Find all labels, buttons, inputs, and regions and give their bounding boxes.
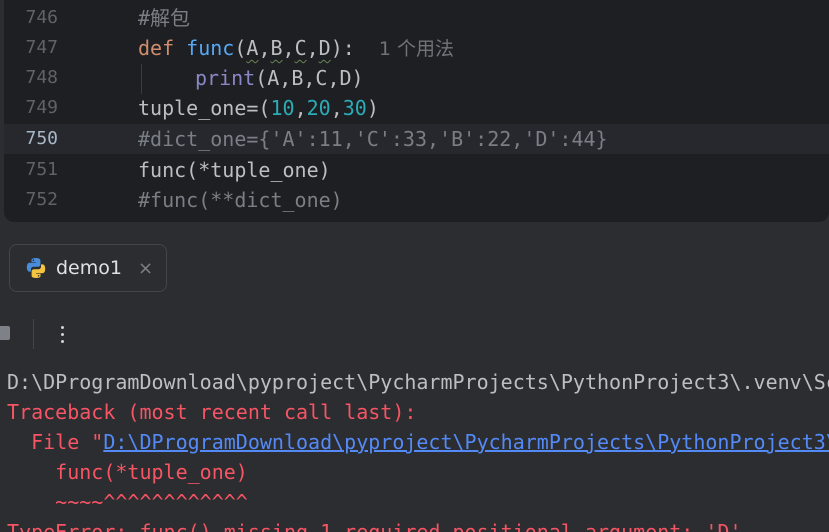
- python-icon: [26, 258, 46, 278]
- traceback-header: Traceback (most recent call last):: [7, 400, 417, 424]
- function-definition: def func(A,B,C,D): 1 个用法: [138, 33, 454, 63]
- number-literal: 10: [270, 96, 295, 120]
- number-literal: 20: [306, 96, 331, 120]
- run-tab-label: demo1: [56, 257, 122, 279]
- error-message: TypeError: func() missing 1 required pos…: [7, 520, 742, 532]
- comma: ,: [330, 96, 343, 120]
- code-line[interactable]: 748 print(A,B,C,D): [4, 63, 829, 93]
- current-code-line[interactable]: 750 #dict_one={'A':11,'C':33,'B':22,'D':…: [4, 124, 829, 154]
- comma: ,: [258, 36, 271, 60]
- print-args: (A,B,C,D): [255, 66, 364, 90]
- line-number: 748: [25, 67, 58, 88]
- comma: ,: [294, 96, 307, 120]
- param-c: C: [294, 36, 307, 60]
- assign-op: =(: [246, 96, 271, 120]
- console-toolbar: [0, 305, 829, 359]
- tuple-assignment: tuple_one=(10,20,30): [138, 93, 379, 123]
- print-call: print(A,B,C,D): [195, 63, 364, 93]
- stop-icon[interactable]: [0, 326, 10, 340]
- toolbar-divider: [33, 319, 34, 349]
- file-path-link[interactable]: D:\DProgramDownload\pyproject\PycharmPro…: [103, 430, 829, 454]
- paren-close: ):: [330, 36, 355, 60]
- param-d: D: [318, 36, 331, 60]
- paren-close: ): [366, 96, 379, 120]
- traceback-file-line: File "D:\DProgramDownload\pyproject\Pych…: [7, 427, 829, 457]
- line-number: 747: [25, 37, 58, 58]
- paren-open: (: [234, 36, 247, 60]
- code-line[interactable]: 746 #解包: [4, 3, 829, 33]
- code-line[interactable]: 749 tuple_one=(10,20,30): [4, 93, 829, 123]
- comma: ,: [282, 36, 295, 60]
- variable-name: tuple_one: [138, 96, 247, 120]
- code-line[interactable]: 747 def func(A,B,C,D): 1 个用法: [4, 33, 829, 63]
- code-line[interactable]: 751 func(*tuple_one): [4, 155, 829, 185]
- builtin-print: print: [195, 66, 256, 90]
- code-line[interactable]: 752 #func(**dict_one): [4, 185, 829, 215]
- keyword-def: def: [138, 36, 175, 60]
- line-number: 751: [25, 159, 58, 180]
- param-a: A: [246, 36, 259, 60]
- traceback-code-line: func(*tuple_one): [7, 460, 248, 484]
- number-literal: 30: [342, 96, 367, 120]
- more-vertical-icon[interactable]: [52, 319, 72, 349]
- param-b: B: [270, 36, 283, 60]
- code-comment: #解包: [138, 6, 191, 30]
- line-number: 752: [25, 189, 58, 210]
- interpreter-path-line: D:\DProgramDownload\pyproject\PycharmPro…: [7, 370, 829, 394]
- usage-hint[interactable]: 1 个用法: [379, 38, 454, 60]
- line-number: 750: [25, 128, 58, 149]
- function-call: func(*tuple_one): [138, 158, 331, 182]
- run-tab-bar: demo1 ×: [0, 230, 829, 300]
- code-comment: #dict_one={'A':11,'C':33,'B':22,'D':44}: [138, 127, 608, 151]
- function-name[interactable]: func: [186, 36, 234, 60]
- code-editor[interactable]: 746 #解包 747 def func(A,B,C,D): 1 个用法 748…: [4, 0, 829, 222]
- file-prefix: File ": [7, 430, 104, 454]
- line-number: 749: [25, 97, 58, 118]
- traceback-caret-line: ~~~~^^^^^^^^^^^^: [7, 490, 248, 514]
- line-number: 746: [25, 7, 58, 28]
- comma: ,: [306, 36, 319, 60]
- code-comment: #func(**dict_one): [138, 188, 343, 212]
- close-icon[interactable]: ×: [138, 258, 153, 279]
- run-tab-demo1[interactable]: demo1 ×: [9, 244, 167, 292]
- run-console-output[interactable]: D:\DProgramDownload\pyproject\PycharmPro…: [0, 364, 829, 532]
